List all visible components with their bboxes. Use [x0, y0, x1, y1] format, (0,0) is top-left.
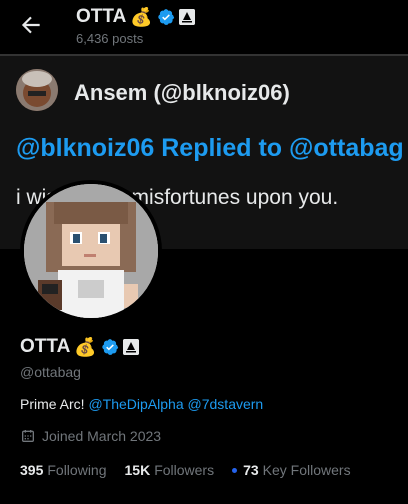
- affiliate-badge-icon[interactable]: [122, 339, 139, 355]
- bio-link-thedipalpha[interactable]: @TheDipAlpha: [88, 396, 183, 412]
- banner-reply-line: @blknoiz06 Replied to @ottabag: [16, 134, 404, 162]
- affiliate-badge-icon[interactable]: [178, 9, 195, 25]
- profile-avatar-frame[interactable]: [20, 180, 162, 322]
- verified-badge-icon[interactable]: [101, 338, 119, 356]
- key-followers-count: 73: [243, 462, 259, 478]
- following-label: Following: [47, 462, 107, 478]
- followers-label: Followers: [154, 462, 215, 478]
- profile-avatar[interactable]: [24, 184, 158, 318]
- bio-text: Prime Arc!: [20, 396, 89, 412]
- following-count: 395: [20, 462, 44, 478]
- key-followers-label: Key Followers: [262, 462, 351, 478]
- profile-display-name: OTTA: [20, 336, 71, 357]
- post-count: 6,436 posts: [76, 31, 144, 46]
- followers-stat[interactable]: 15K Followers: [125, 462, 215, 478]
- key-followers-stat[interactable]: 73 Key Followers: [232, 462, 351, 478]
- profile-handle: @ottabag: [20, 364, 81, 380]
- profile-stats: 395 Following 15K Followers 73 Key Follo…: [20, 462, 369, 478]
- banner-quoted-avatar: [16, 69, 58, 111]
- header-name: OTTA: [76, 6, 127, 27]
- profile-bio: Prime Arc! @TheDipAlpha @7dstavern: [20, 396, 263, 412]
- key-followers-dot-icon: [232, 467, 238, 473]
- verified-badge-icon[interactable]: [157, 8, 175, 26]
- banner-divider: [0, 54, 408, 56]
- bio-link-7dstavern[interactable]: @7dstavern: [188, 396, 264, 412]
- join-date: Joined March 2023: [20, 428, 161, 444]
- join-date-text: Joined March 2023: [42, 428, 162, 444]
- money-bag-icon: 💰: [74, 337, 97, 357]
- money-bag-icon: 💰: [130, 7, 153, 27]
- profile-name: OTTA 💰: [20, 336, 139, 358]
- profile-header: OTTA 💰 6,436 posts: [0, 0, 408, 54]
- banner-quoted-user: Ansem (@blknoiz06): [74, 80, 290, 105]
- back-arrow-icon[interactable]: [18, 12, 44, 38]
- header-title: OTTA 💰: [76, 6, 195, 28]
- calendar-icon: [22, 430, 34, 442]
- following-stat[interactable]: 395 Following: [20, 462, 107, 478]
- followers-count: 15K: [124, 462, 151, 478]
